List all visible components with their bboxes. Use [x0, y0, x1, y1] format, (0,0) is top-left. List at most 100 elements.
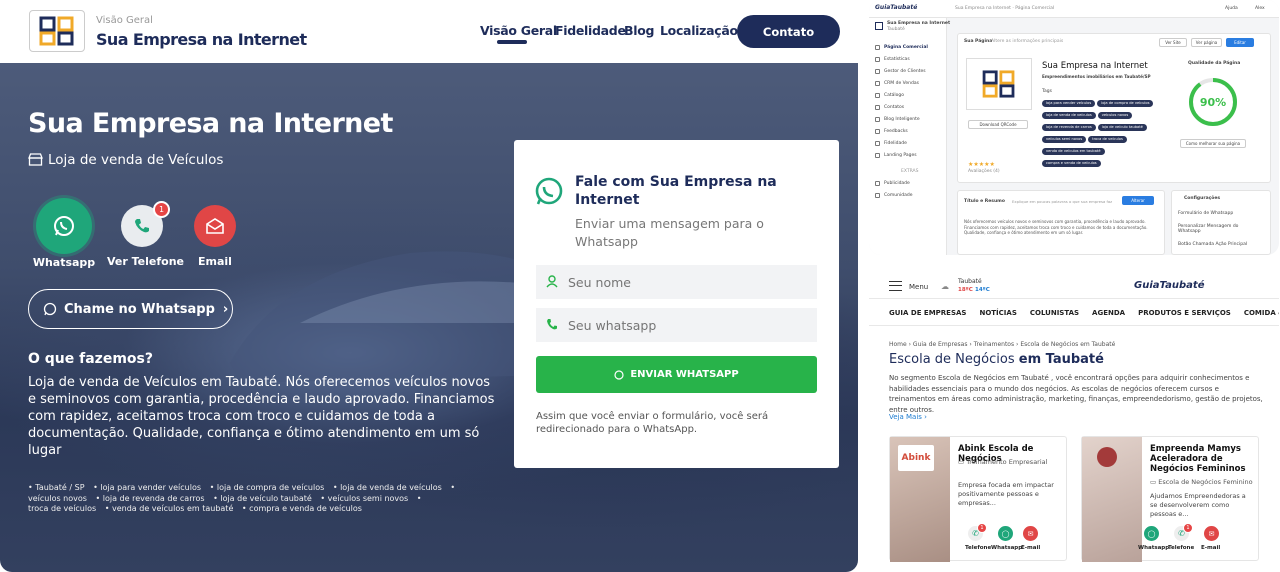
- business-desc: Empresa focada em impactar positivamente…: [958, 481, 1054, 507]
- abink-logo: Abink: [898, 445, 934, 471]
- tag-item[interactable]: veículos semi novos: [328, 494, 409, 503]
- email-icon[interactable]: [194, 205, 236, 247]
- email-icon[interactable]: ✉: [1204, 526, 1219, 541]
- hamburger-icon[interactable]: [889, 281, 902, 291]
- tag-item[interactable]: venda de veículos em taubaté: [112, 504, 233, 513]
- guia-breadcrumb: Home › Guia de Empresas › Treinamentos ›…: [889, 341, 1116, 348]
- user-icon: [546, 275, 558, 288]
- company-logo[interactable]: [29, 10, 85, 52]
- site-header: Visão Geral Sua Empresa na Internet Visã…: [0, 0, 858, 63]
- tag-item[interactable]: loja de compra de veículos: [217, 483, 324, 492]
- setting-whatsapp-message[interactable]: Personalizar Mensagem do Whatsapp: [1178, 224, 1258, 234]
- tag-item[interactable]: troca de veículos: [28, 504, 96, 513]
- business-card[interactable]: Empreenda Mamys Aceleradora de Negócios …: [1081, 436, 1259, 562]
- category-link[interactable]: PRODUTOS E SERVIÇOS: [1138, 309, 1231, 317]
- dashboard-breadcrumb: Sua Empresa na Internet · Página Comerci…: [955, 6, 1055, 11]
- menu-item[interactable]: Contatos: [875, 105, 904, 110]
- menu-item[interactable]: Blog Inteligente: [875, 117, 920, 122]
- category-link[interactable]: COMIDA & DELIVERY: [1244, 309, 1279, 317]
- edit-button[interactable]: Editar: [1226, 38, 1254, 47]
- tag-item[interactable]: loja de revenda de carros: [103, 494, 205, 503]
- nav-visao-geral[interactable]: Visão Geral: [480, 23, 557, 38]
- dash-tag: venda de veículos em taubaté: [1042, 148, 1105, 155]
- category-link[interactable]: NOTÍCIAS: [979, 309, 1016, 317]
- menu-item[interactable]: Feedbacks: [875, 129, 908, 134]
- what-we-do-heading: O que fazemos?: [28, 351, 153, 367]
- tag-item[interactable]: loja de veículo taubaté: [220, 494, 311, 503]
- dash-tag-list: loja para vender veículos loja de compra …: [1041, 96, 1161, 168]
- category-link[interactable]: AGENDA: [1092, 309, 1125, 317]
- header-breadcrumb: Visão Geral: [96, 15, 153, 26]
- menu-item[interactable]: Landing Pages: [875, 153, 917, 158]
- contact-button[interactable]: Contato: [737, 15, 840, 48]
- view-page-button[interactable]: Ver página: [1191, 38, 1222, 47]
- phone-action[interactable]: 1 Ver Telefone: [107, 201, 184, 268]
- temp-max: 14ºC: [975, 287, 990, 293]
- whatsapp-action[interactable]: Whatsapp: [29, 198, 99, 269]
- page-header: Sua Página: [964, 39, 993, 44]
- tag-item[interactable]: veículos novos: [28, 494, 87, 503]
- setting-whatsapp-form[interactable]: Formulário de Whatsapp: [1178, 211, 1233, 216]
- dash-tag: loja de compra de veículos: [1097, 100, 1154, 107]
- menu-comunidade[interactable]: Comunidade: [875, 193, 912, 198]
- view-site-button[interactable]: Ver Site: [1159, 38, 1187, 47]
- email-label: Email: [198, 255, 232, 268]
- menu-item[interactable]: Estatísticas: [875, 57, 910, 62]
- tag-item[interactable]: Taubaté / SP: [35, 483, 84, 492]
- menu-item[interactable]: Fidelidade: [875, 141, 907, 146]
- header-title: Sua Empresa na Internet: [96, 30, 307, 49]
- whatsapp-icon[interactable]: [36, 198, 92, 254]
- tag-item[interactable]: compra e venda de veículos: [249, 504, 362, 513]
- form-subtitle: Enviar uma mensagem para o Whatsapp: [575, 216, 764, 249]
- dashboard-topbar: GuiaTaubaté Sua Empresa na Internet · Pá…: [869, 0, 1279, 18]
- whatsapp-input[interactable]: [536, 308, 817, 342]
- whatsapp-icon[interactable]: ◯: [1144, 526, 1159, 541]
- nav-fidelidade[interactable]: Fidelidade: [555, 23, 626, 38]
- business-name[interactable]: Empreenda Mamys Aceleradora de Negócios …: [1150, 444, 1255, 474]
- summary-title: Título e Resumo: [964, 199, 1005, 204]
- account-avatar: [875, 22, 883, 30]
- phone-icon[interactable]: ✆ 1: [968, 523, 987, 541]
- dash-tag: loja de veículo taubaté: [1097, 124, 1147, 131]
- name-input[interactable]: [536, 265, 817, 299]
- nav-localizacao[interactable]: Localização: [660, 23, 738, 38]
- setting-cta-button[interactable]: Botão Chamada Ação Principal: [1178, 242, 1247, 247]
- alter-summary-button[interactable]: Alterar: [1122, 196, 1154, 205]
- download-qr-button[interactable]: Download QRCode: [968, 120, 1028, 129]
- menu-item[interactable]: Catálogo: [875, 93, 904, 98]
- email-icon[interactable]: ✉: [1023, 526, 1038, 541]
- whatsapp-cta-button[interactable]: Chame no Whatsapp ›: [28, 289, 233, 329]
- dashboard-logo[interactable]: GuiaTaubaté: [875, 4, 917, 11]
- nav-blog[interactable]: Blog: [624, 23, 654, 38]
- tag-list: • Taubaté / SP • loja para vender veícul…: [28, 483, 456, 513]
- menu-item[interactable]: CRM de Vendas: [875, 81, 919, 86]
- action-label: Telefone: [1168, 545, 1195, 551]
- category-link[interactable]: GUIA DE EMPRESAS: [889, 309, 966, 317]
- store-icon: [28, 153, 43, 166]
- page-card: Sua Página Altere as informações princip…: [957, 33, 1271, 183]
- business-card-image: Abink: [890, 437, 950, 562]
- phone-icon[interactable]: 1: [121, 201, 170, 247]
- phone-icon[interactable]: ✆ 1: [1174, 523, 1193, 541]
- tag-item[interactable]: loja para vender veículos: [100, 483, 201, 492]
- menu-publicidade[interactable]: Publicidade: [875, 181, 910, 186]
- menu-item[interactable]: Gestor de Clientes: [875, 69, 926, 74]
- send-whatsapp-button[interactable]: ENVIAR WHATSAPP: [536, 356, 817, 393]
- guia-logo[interactable]: GuiaTaubaté: [1134, 280, 1204, 291]
- tag-item[interactable]: loja de venda de veículos: [340, 483, 442, 492]
- business-desc: Ajudamos Empreendedoras a se desenvolver…: [1150, 492, 1246, 518]
- category-nav: GUIA DE EMPRESAS NOTÍCIAS COLUNISTAS AGENDA…: [869, 300, 1279, 326]
- category-link[interactable]: COLUNISTAS: [1030, 309, 1079, 317]
- user-menu[interactable]: Alex: [1255, 6, 1265, 11]
- improve-page-button[interactable]: Como melhorar sua página: [1180, 139, 1246, 148]
- email-action[interactable]: Email: [180, 205, 250, 268]
- page-logo[interactable]: [966, 58, 1032, 110]
- help-link[interactable]: Ajuda: [1225, 6, 1238, 11]
- menu-item[interactable]: Página Comercial: [875, 45, 928, 50]
- menu-label[interactable]: Menu: [909, 283, 928, 291]
- account-city: Taubaté: [887, 27, 905, 32]
- business-card[interactable]: Abink Abink Escola de Negócios ▭ Treinam…: [889, 436, 1067, 562]
- see-more-link[interactable]: Veja Mais ›: [889, 413, 927, 421]
- whatsapp-icon[interactable]: ◯: [998, 526, 1013, 541]
- chevron-right-icon: ›: [222, 301, 229, 317]
